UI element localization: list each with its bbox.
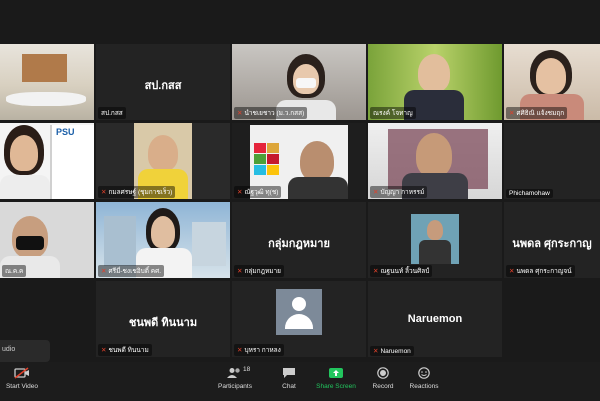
participant-name-label: ✕ ณฐนนท์ ลิ้วนศิลป์	[370, 265, 433, 277]
muted-mic-icon: ✕	[373, 189, 379, 196]
video-off-icon	[14, 367, 29, 379]
muted-mic-icon: ✕	[237, 347, 243, 354]
participant-name-label: สป.กสส	[98, 107, 126, 119]
participant-tile[interactable]: Phichamohaw	[504, 123, 600, 199]
muted-mic-icon: ✕	[509, 268, 515, 275]
muted-mic-icon: ✕	[509, 110, 515, 117]
participant-tile[interactable]: ณรงค์ โจทาญ	[368, 44, 502, 120]
participant-tile[interactable]: ณ.ค.ค	[0, 202, 94, 278]
muted-mic-icon: ✕	[237, 110, 243, 117]
participant-name-label: Phichamohaw	[506, 189, 553, 198]
participant-tile[interactable]: ✕ ณฐนนท์ ลิ้วนศิลป์	[368, 202, 502, 278]
share-screen-button[interactable]: Share Screen	[314, 367, 358, 390]
share-screen-icon	[329, 368, 343, 378]
participant-tile[interactable]: ✕ ศรีมี่-ชงเชอิบติ์ คศ.	[96, 202, 230, 278]
video-grid: สป.กสส สป.กสส ✕ นำชเยชาว (ม.ว.กสส) ณรงค์ …	[0, 44, 600, 360]
participants-icon	[227, 368, 240, 378]
participant-name-label: ✕ กลุ่มกฎหมาย	[234, 265, 284, 277]
muted-mic-icon: ✕	[237, 268, 243, 275]
participant-name-label: ณ.ค.ค	[2, 265, 27, 277]
participant-name-label: ✕ บุหรา กาหลง	[234, 344, 284, 356]
participant-tile[interactable]	[0, 44, 94, 120]
meeting-room-video	[0, 44, 94, 120]
participant-tile[interactable]: ✕ บัญญา กาหรรม์	[368, 123, 502, 199]
participant-video: PSU	[0, 123, 94, 199]
participant-tile[interactable]: นพดล ศุกระกาญ ✕ นพดล ศุกระกาญจน์	[504, 202, 600, 278]
participant-tile[interactable]: ✕ นำชเยชาว (ม.ว.กสส)	[232, 44, 366, 120]
participant-name-label: ✕ Naruemon	[370, 346, 414, 356]
participant-tile[interactable]: ชนพดี ทินนาม ✕ ชนพดี ทินนาม	[96, 281, 230, 357]
participant-display-name: ชนพดี ทินนาม	[128, 316, 198, 329]
participants-count: 18	[243, 366, 251, 373]
participant-tile[interactable]: ✕ กมลศรษฐ์ (ชุมกาชเร็ว)	[96, 123, 230, 199]
chat-icon	[283, 368, 295, 378]
participant-photo	[411, 214, 459, 264]
participant-display-name: นพดล ศุกระกาญ	[512, 237, 592, 250]
participant-name-label: ✕ กมลศรษฐ์ (ชุมกาชเร็ว)	[98, 186, 176, 198]
participant-name-label: ✕ บัญญา กาหรรม์	[370, 186, 428, 198]
participant-name-label: ✕ นพดล ศุกระกาญจน์	[506, 265, 575, 277]
participant-name-label: ✕ ณัฐวุฒิ ทุ(ช)	[234, 186, 282, 198]
participants-button[interactable]: Participants	[212, 367, 258, 390]
muted-mic-icon: ✕	[101, 268, 107, 275]
muted-mic-icon: ✕	[101, 347, 107, 354]
participant-tile[interactable]: ✕ ณัฐวุฒิ ทุ(ช)	[232, 123, 366, 199]
participant-name-label: ✕ ชนพดี ทินนาม	[98, 344, 152, 356]
record-button[interactable]: Record	[366, 367, 400, 390]
muted-mic-icon: ✕	[373, 348, 379, 355]
participant-name-label: ✕ ศศิธิณิ แจ้งชมฤก	[506, 107, 568, 119]
participant-name-label: ณรงค์ โจทาญ	[370, 107, 416, 119]
reactions-button[interactable]: Reactions	[406, 367, 442, 390]
muted-mic-icon: ✕	[101, 189, 107, 196]
participant-tile[interactable]: ✕ ศศิธิณิ แจ้งชมฤก	[504, 44, 600, 120]
reactions-icon	[418, 367, 430, 379]
participant-display-name: กลุ่มกฎหมาย	[268, 237, 330, 250]
meeting-toolbar: Start Video Participants 18 Chat Share S…	[0, 362, 600, 401]
participant-name-label: ✕ นำชเยชาว (ม.ว.กสส)	[234, 107, 308, 119]
participant-tile[interactable]: Naruemon ✕ Naruemon	[368, 281, 502, 357]
participant-tile[interactable]: PSU	[0, 123, 94, 199]
muted-mic-icon: ✕	[237, 189, 243, 196]
participant-name-label: ✕ ศรีมี่-ชงเชอิบติ์ คศ.	[98, 265, 165, 277]
record-icon	[377, 367, 389, 379]
participant-tile[interactable]: กลุ่มกฎหมาย ✕ กลุ่มกฎหมาย	[232, 202, 366, 278]
participant-display-name: Naruemon	[407, 312, 463, 325]
muted-mic-icon: ✕	[373, 268, 379, 275]
audio-popup[interactable]: udio	[0, 340, 50, 362]
default-avatar-icon	[276, 289, 322, 335]
participant-tile[interactable]: ✕ บุหรา กาหลง	[232, 281, 366, 357]
participant-display-name: สป.กสส	[144, 79, 182, 92]
start-video-button[interactable]: Start Video	[2, 367, 42, 390]
chat-button[interactable]: Chat	[272, 367, 306, 390]
participant-tile[interactable]: สป.กสส สป.กสส	[96, 44, 230, 120]
